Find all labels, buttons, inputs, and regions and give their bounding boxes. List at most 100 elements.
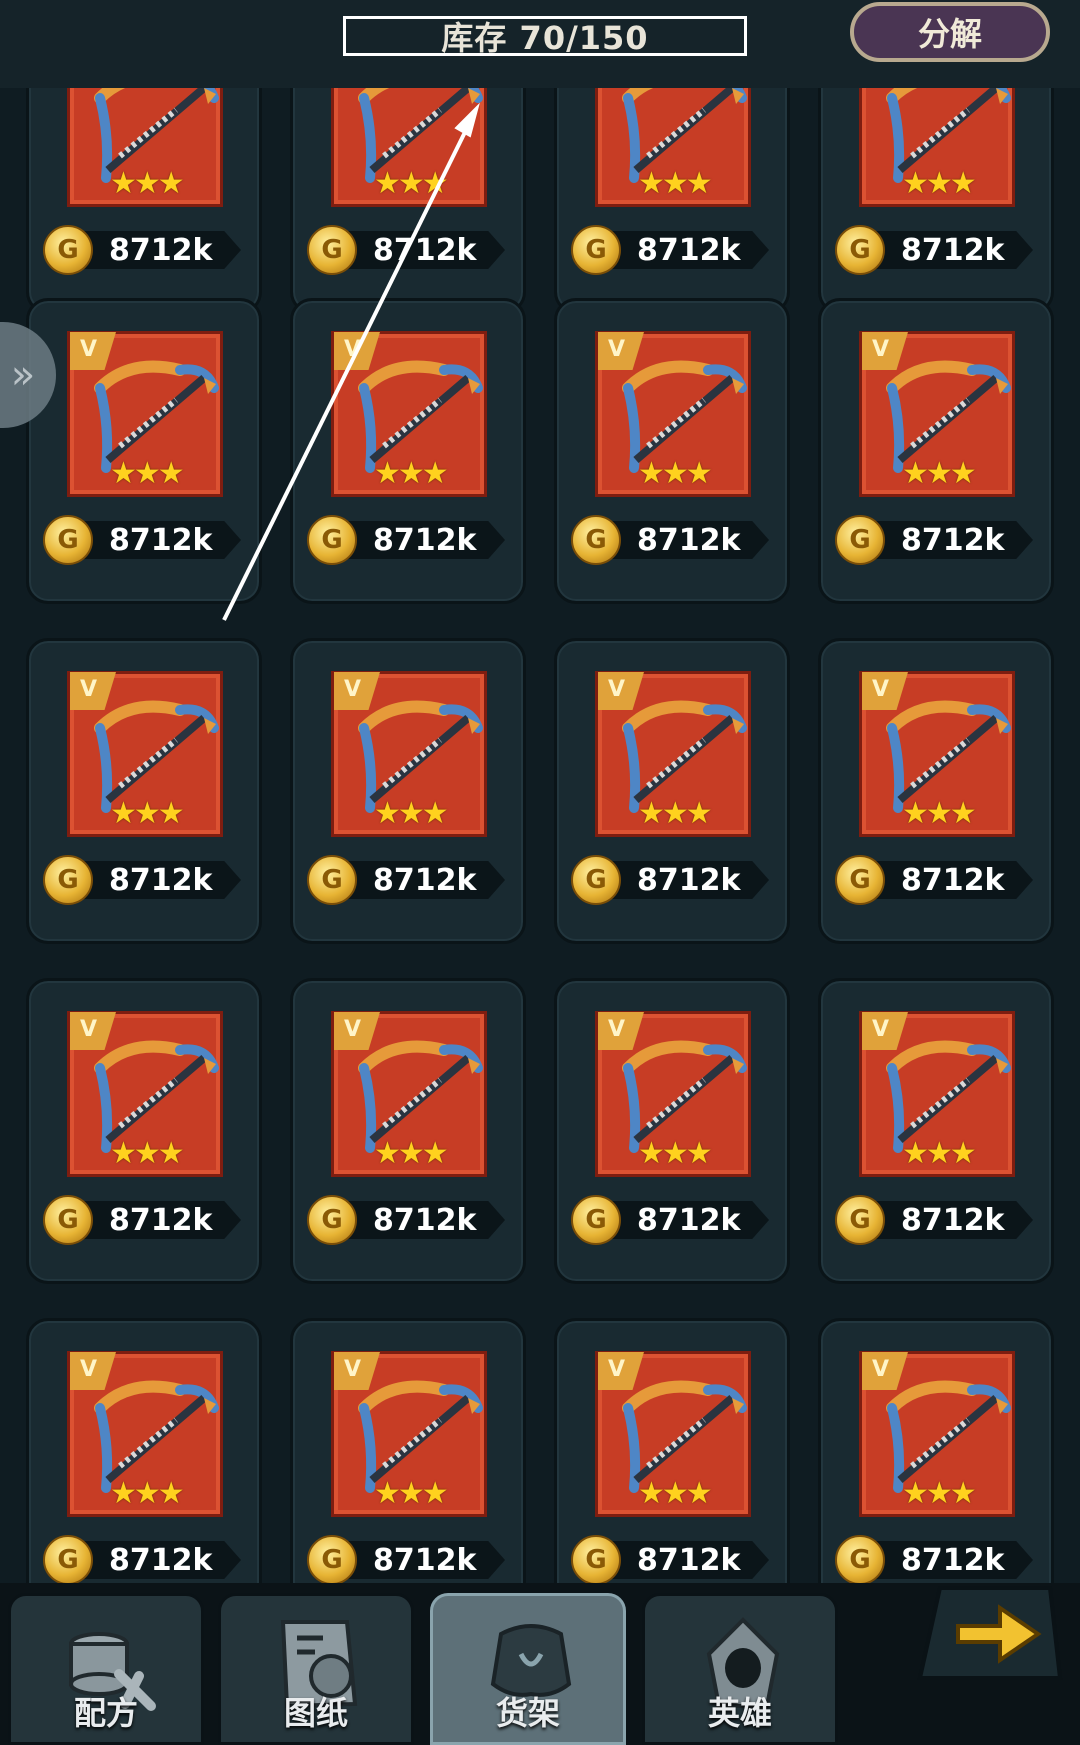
price-value: 8712k (109, 233, 213, 268)
price-value: 8712k (901, 863, 1005, 898)
item-frame: V★★★ (67, 671, 223, 837)
item-frame: V★★★ (595, 331, 751, 497)
star-rating: ★★★ (374, 166, 449, 201)
star-rating: ★★★ (374, 456, 449, 491)
gold-coin-icon: G (43, 515, 93, 565)
price-value: 8712k (901, 523, 1005, 558)
price-value: 8712k (109, 1543, 213, 1578)
inventory-item-slot[interactable]: V★★★G8712k (26, 88, 262, 314)
tab-hero[interactable]: 英雄 (642, 1593, 838, 1745)
star-rating: ★★★ (374, 1136, 449, 1171)
inventory-item-slot[interactable]: V★★★ G 8712k (554, 298, 790, 604)
price-value: 8712k (637, 1543, 741, 1578)
item-price: G 8712k (43, 225, 253, 275)
inventory-item-slot[interactable]: V★★★G8712k (554, 88, 790, 314)
gold-coin-icon: G (307, 225, 357, 275)
inventory-item-slot[interactable]: V★★★ G 8712k (554, 638, 790, 944)
inventory-item-slot[interactable]: V★★★ G8712k (26, 298, 262, 604)
inventory-item-slot[interactable]: V★★★G8712k (290, 88, 526, 314)
item-price: G 8712k (307, 855, 517, 905)
price-value: 8712k (373, 863, 477, 898)
item-frame: V★★★ (331, 1011, 487, 1177)
item-frame: V★★★ (859, 331, 1015, 497)
inventory-item-slot[interactable]: V★★★ G 8712k (554, 978, 790, 1284)
price-value: 8712k (373, 233, 477, 268)
star-rating: ★★★ (638, 456, 713, 491)
item-grid: V★★★ G 8712k V★★★ G 8712k V★★★ G 8712k V★★★ G 8712k… (0, 88, 1080, 1583)
item-price: G 8712k (307, 225, 517, 275)
price-value: 8712k (109, 863, 213, 898)
tab-recipe[interactable]: 配方 (8, 1593, 204, 1745)
price-value: 8712k (109, 1203, 213, 1238)
item-frame: V★★★ (67, 331, 223, 497)
star-rating: ★★★ (638, 166, 713, 201)
item-frame: V★★★ (67, 1351, 223, 1517)
price-value: 8712k (637, 523, 741, 558)
star-rating: ★★★ (638, 796, 713, 831)
item-price: G 8712k (571, 855, 781, 905)
item-frame: V★★★ (595, 671, 751, 837)
star-rating: ★★★ (902, 1476, 977, 1511)
item-price: G 8712k (43, 855, 253, 905)
price-value: 8712k (373, 523, 477, 558)
price-value: 8712k (373, 1203, 477, 1238)
item-price: G 8712k (835, 855, 1045, 905)
star-rating: ★★★ (902, 1136, 977, 1171)
gold-coin-icon: G (307, 515, 357, 565)
inventory-item-slot[interactable]: V★★★ G8712k (290, 638, 526, 944)
item-frame: V★★★ (595, 1011, 751, 1177)
inventory-item-slot[interactable]: V★★★ G8712k (818, 978, 1054, 1284)
gold-coin-icon: G (571, 1195, 621, 1245)
item-price: G 8712k (43, 515, 253, 565)
price-value: 8712k (901, 1203, 1005, 1238)
chevron-right-icon: » (10, 352, 36, 398)
inventory-item-slot[interactable]: V★★★G8712k (290, 1318, 526, 1583)
item-price: G 8712k (571, 1535, 781, 1583)
price-value: 8712k (373, 1543, 477, 1578)
next-button[interactable] (910, 1568, 1070, 1698)
gold-coin-icon: G (835, 515, 885, 565)
tab-label: 配方 (73, 1694, 138, 1732)
item-price: G 8712k (835, 1195, 1045, 1245)
inventory-item-slot[interactable]: V★★★G8712k (818, 1318, 1054, 1583)
item-price: G 8712k (43, 1195, 253, 1245)
gold-coin-icon: G (571, 855, 621, 905)
item-frame: V★★★ (331, 331, 487, 497)
inventory-item-slot[interactable]: V★★★G8712k (818, 638, 1054, 944)
item-price: G 8712k (307, 515, 517, 565)
star-rating: ★★★ (374, 1476, 449, 1511)
decompose-button[interactable]: 分解 (850, 2, 1050, 62)
inventory-item-slot[interactable]: V★★★ G8712k (290, 978, 526, 1284)
item-price: G 8712k (571, 225, 781, 275)
star-rating: ★★★ (374, 796, 449, 831)
item-frame: V★★★ (331, 671, 487, 837)
inventory-item-slot[interactable]: V★★★ G8712k (26, 638, 262, 944)
inventory-item-slot[interactable]: V★★★ G 8712k (554, 1318, 790, 1583)
gold-coin-icon: G (43, 225, 93, 275)
item-frame: V★★★ (595, 1351, 751, 1517)
tab-label: 图纸 (283, 1694, 348, 1732)
inventory-item-slot[interactable]: V★★★ G 8712k (26, 1318, 262, 1583)
gold-coin-icon: G (43, 1535, 93, 1583)
item-frame: V★★★ (859, 1011, 1015, 1177)
tab-blueprint[interactable]: 图纸 (218, 1593, 414, 1745)
item-price: G 8712k (307, 1195, 517, 1245)
price-value: 8712k (637, 863, 741, 898)
inventory-item-slot[interactable]: V★★★ G 8712k (290, 298, 526, 604)
star-rating: ★★★ (110, 166, 185, 201)
item-price: G 8712k (43, 1535, 253, 1583)
star-rating: ★★★ (902, 166, 977, 201)
price-value: 8712k (901, 233, 1005, 268)
inventory-item-slot[interactable]: V★★★G8712k (26, 978, 262, 1284)
tab-shelf[interactable]: 货架 (430, 1593, 626, 1745)
price-value: 8712k (637, 1203, 741, 1238)
star-rating: ★★★ (638, 1136, 713, 1171)
gold-coin-icon: G (571, 515, 621, 565)
gold-coin-icon: G (307, 1535, 357, 1583)
price-value: 8712k (637, 233, 741, 268)
gold-coin-icon: G (571, 1535, 621, 1583)
inventory-counter: 库存 70/150 (343, 16, 747, 57)
inventory-item-slot[interactable]: V★★★G8712k (818, 88, 1054, 314)
inventory-item-slot[interactable]: V★★★ G 8712k (818, 298, 1054, 604)
item-price: G 8712k (571, 515, 781, 565)
